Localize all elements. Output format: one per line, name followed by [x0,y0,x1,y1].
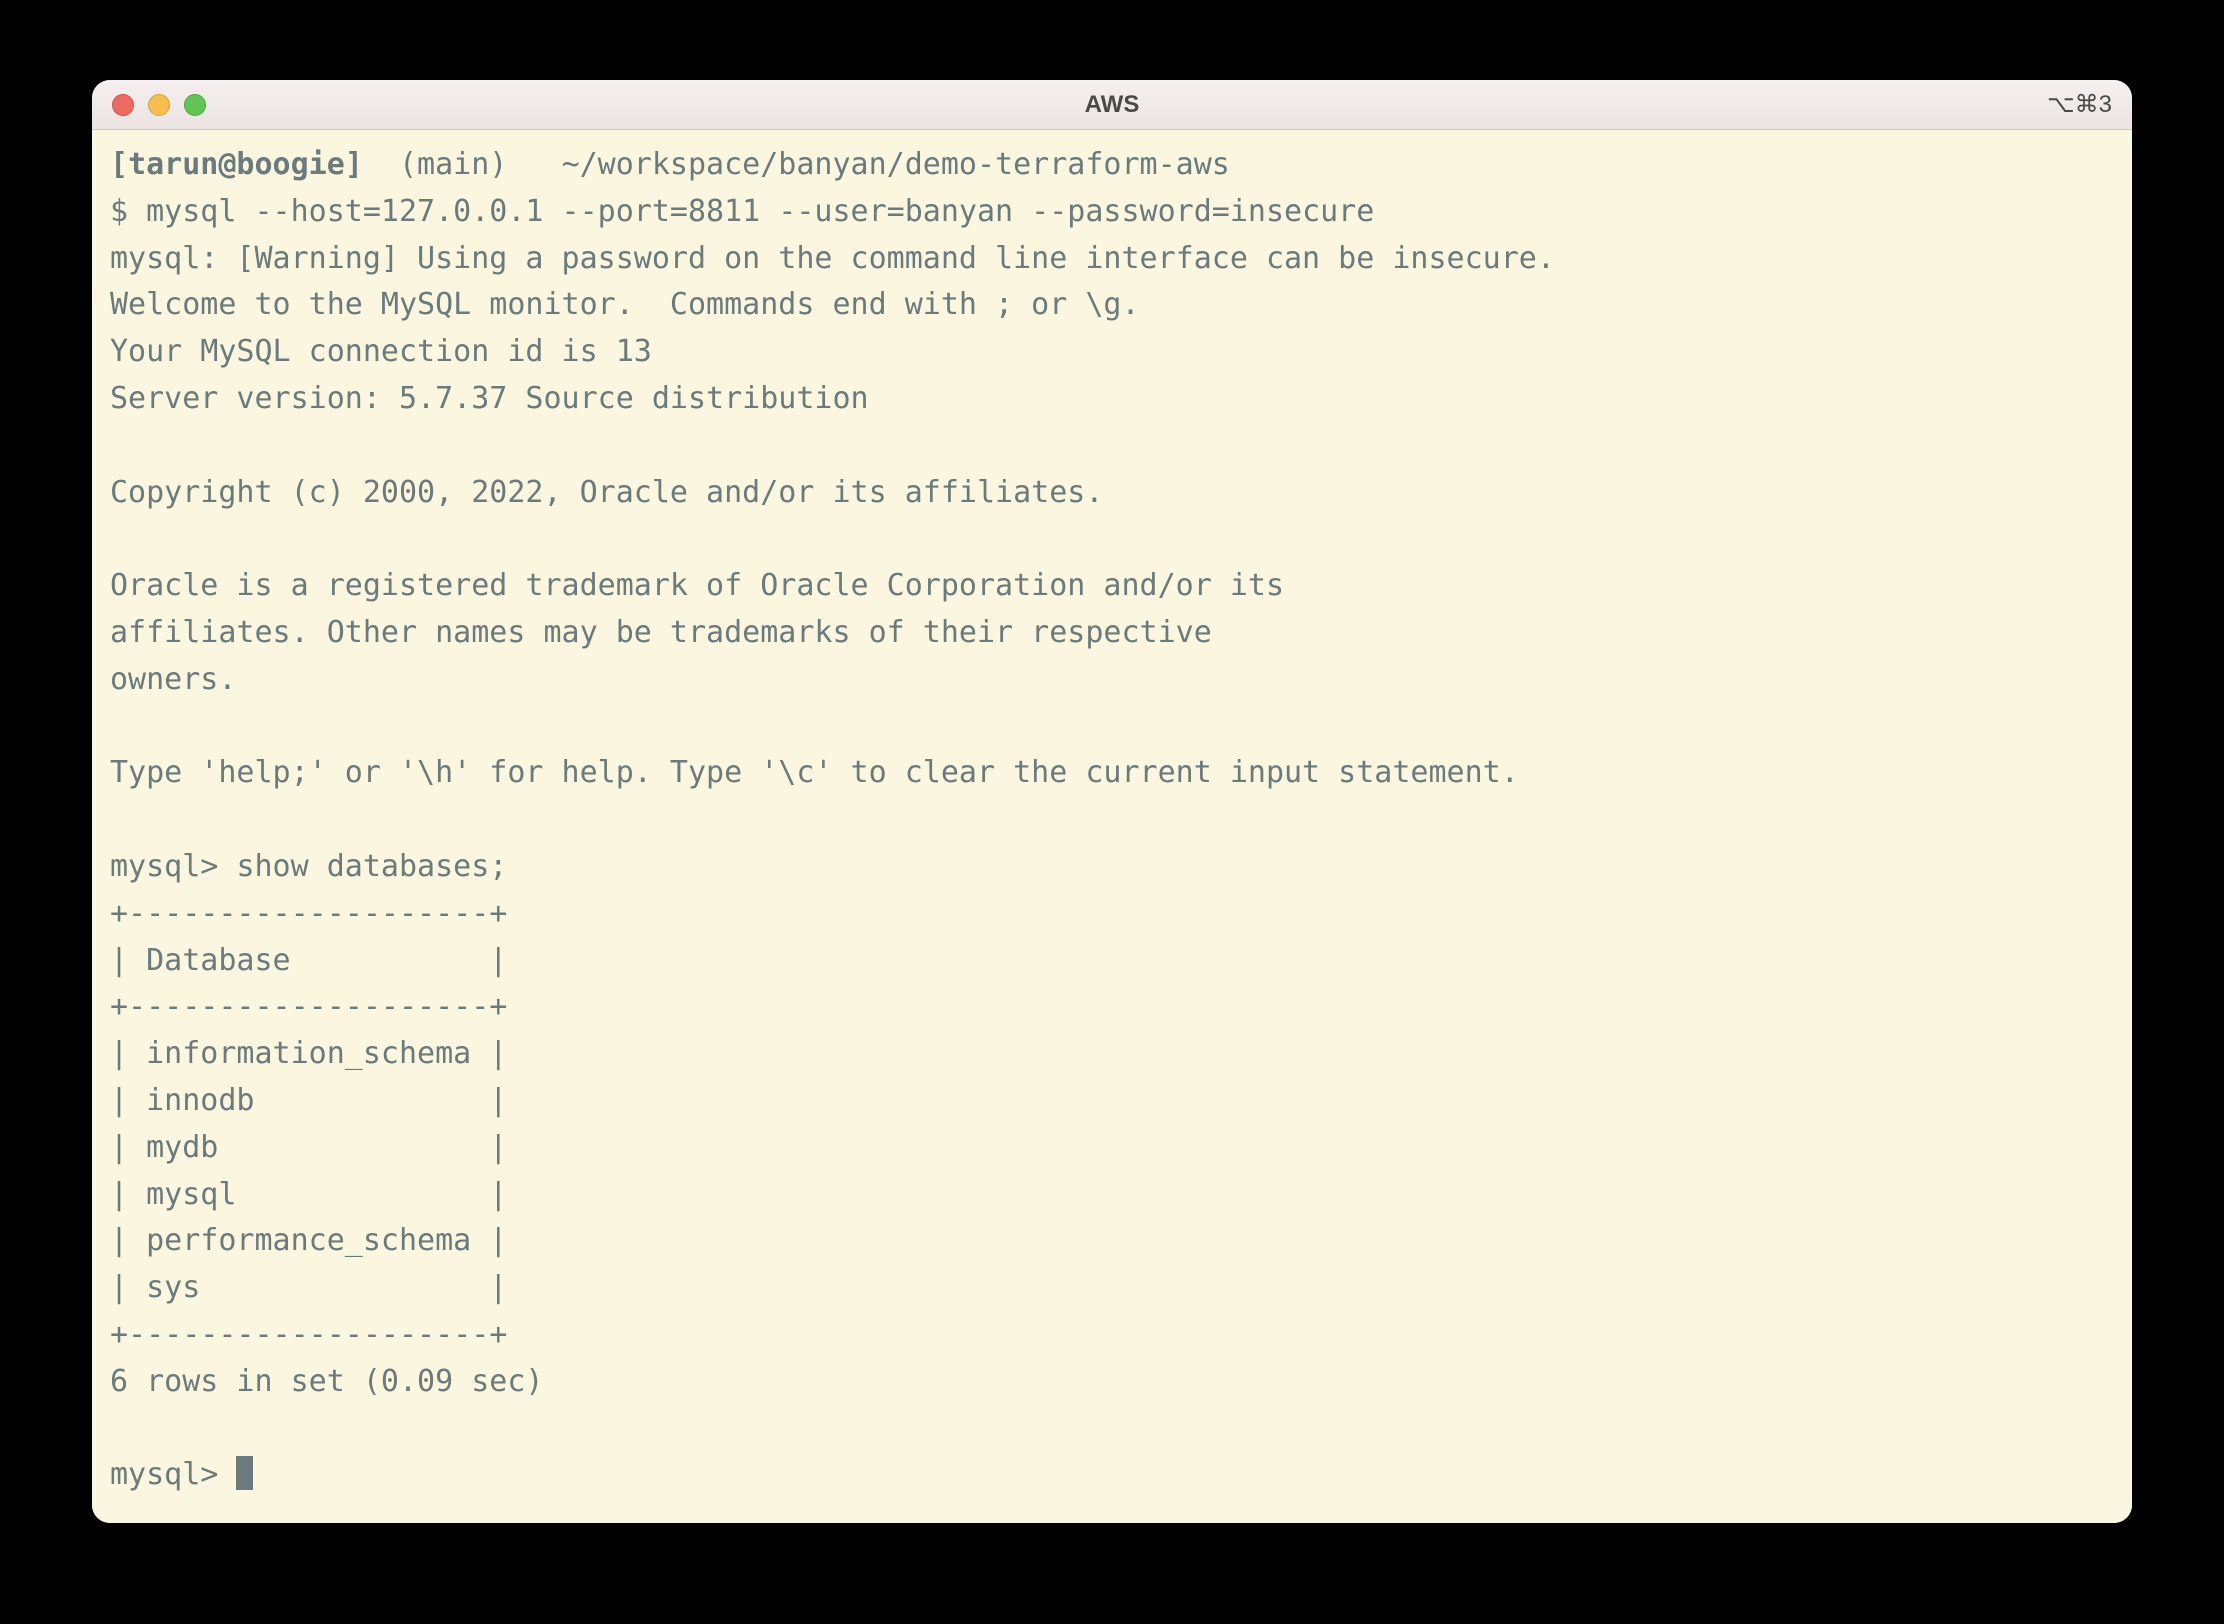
ps1-branch: (main) [399,147,507,182]
terminal-content[interactable]: [tarun@boogie] (main) ~/workspace/banyan… [92,130,2132,1523]
table-row: | mysql | [110,1177,507,1212]
maximize-icon[interactable] [184,94,206,116]
ps1-close-bracket: ] [345,147,363,182]
output-trademark3: owners. [110,662,236,697]
ps1-open-bracket: [ [110,147,128,182]
terminal-window: AWS ⌥⌘3 [tarun@boogie] (main) ~/workspac… [92,80,2132,1523]
table-row: | sys | [110,1270,507,1305]
titlebar: AWS ⌥⌘3 [92,80,2132,130]
output-help: Type 'help;' or '\h' for help. Type '\c'… [110,755,1519,790]
mysql-query: show databases; [236,849,507,884]
table-border-mid: +--------------------+ [110,989,507,1024]
result-summary: 6 rows in set (0.09 sec) [110,1364,543,1399]
table-border-top: +--------------------+ [110,896,507,931]
prompt-char: $ [110,194,128,229]
minimize-icon[interactable] [148,94,170,116]
mysql-prompt-idle: mysql> [110,1457,218,1492]
output-server-version: Server version: 5.7.37 Source distributi… [110,381,869,416]
ps1-user-host: tarun@boogie [128,147,345,182]
output-trademark1: Oracle is a registered trademark of Orac… [110,568,1284,603]
ps1-path: ~/workspace/banyan/demo-terraform-aws [562,147,1230,182]
command-input: mysql --host=127.0.0.1 --port=8811 --use… [146,194,1374,229]
table-row: | innodb | [110,1083,507,1118]
mysql-prompt: mysql> [110,849,218,884]
table-row: | mydb | [110,1130,507,1165]
traffic-lights [112,94,206,116]
table-row: | information_schema | [110,1036,507,1071]
close-icon[interactable] [112,94,134,116]
window-title: AWS [1085,91,1140,119]
output-warning: mysql: [Warning] Using a password on the… [110,241,1555,276]
output-copyright: Copyright (c) 2000, 2022, Oracle and/or … [110,475,1103,510]
table-header: | Database | [110,943,507,978]
table-border-bottom: +--------------------+ [110,1317,507,1352]
output-trademark2: affiliates. Other names may be trademark… [110,615,1212,650]
window-shortcut: ⌥⌘3 [2047,90,2112,119]
cursor-icon [236,1456,253,1490]
table-row: | performance_schema | [110,1223,507,1258]
output-welcome: Welcome to the MySQL monitor. Commands e… [110,287,1140,322]
output-conn-id: Your MySQL connection id is 13 [110,334,652,369]
